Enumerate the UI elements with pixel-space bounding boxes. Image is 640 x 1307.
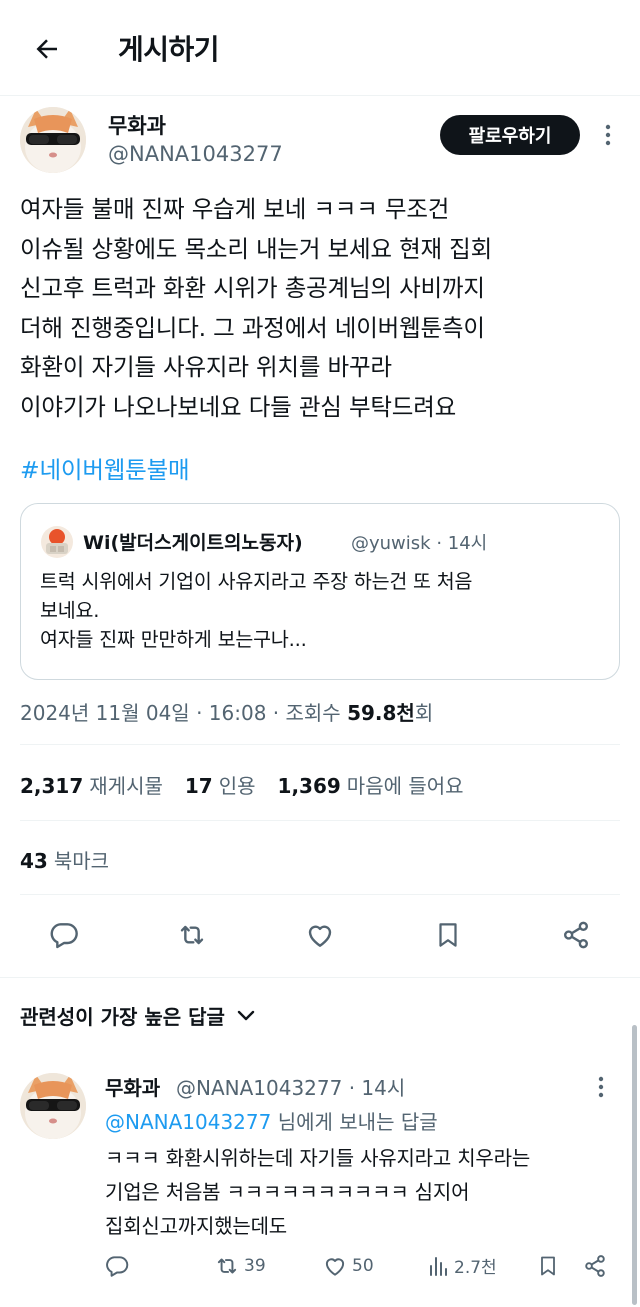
view-count[interactable]: 59.8천	[347, 701, 415, 725]
reply-bookmark-button[interactable]	[536, 1253, 560, 1279]
author-handle[interactable]: @NANA1043277	[108, 142, 283, 166]
heart-icon	[325, 1258, 345, 1276]
author-avatar[interactable]	[20, 107, 86, 173]
repost-icon	[217, 1258, 237, 1274]
cat-avatar-image	[20, 107, 86, 173]
quoted-post-card[interactable]: Wi(발더스게이트의노동자) @yuwisk · 14시 트럭 시위에서 기업이…	[20, 503, 620, 680]
arrow-left-icon	[36, 39, 57, 59]
follow-button[interactable]: 팔로우하기	[440, 115, 580, 155]
comment-icon	[106, 1256, 129, 1277]
more-vertical-icon	[598, 1076, 604, 1098]
reply-like-count: 50	[352, 1256, 374, 1276]
reply-author-avatar[interactable]	[20, 1073, 86, 1139]
reply-author-meta[interactable]: @NANA1043277 · 14시	[176, 1072, 405, 1101]
reply-views-button[interactable]: 2.7천	[428, 1253, 497, 1278]
reply-views-count: 2.7천	[454, 1258, 497, 1278]
reply-to-mention[interactable]: @NANA1043277	[105, 1110, 271, 1134]
reply-action-bar: 39 50 2.7천	[0, 1253, 640, 1283]
reply-like-button[interactable]: 50	[322, 1253, 374, 1279]
reply-more-button[interactable]	[598, 1076, 604, 1098]
engagement-stats: 2,317 재게시물 17 인용 1,369 마음에 들어요	[20, 770, 464, 799]
reply-repost-button[interactable]: 39	[214, 1253, 266, 1279]
quotes-label: 인용	[218, 774, 256, 798]
divider	[20, 894, 620, 895]
quoted-author-meta: @yuwisk · 14시	[351, 529, 487, 555]
likes-count: 1,369	[277, 774, 341, 798]
divider	[20, 820, 620, 821]
quoted-author-handle: @yuwisk	[351, 533, 431, 554]
likes-stat[interactable]: 1,369 마음에 들어요	[278, 770, 464, 799]
post-action-bar	[0, 917, 640, 957]
share-button[interactable]	[558, 917, 594, 953]
quoted-post-text: 트럭 시위에서 기업이 사유지라고 주장 하는건 또 처음 보네요. 여자들 진…	[40, 570, 473, 651]
scrollbar[interactable]	[632, 1025, 637, 1305]
reply-repost-count: 39	[244, 1256, 266, 1276]
reposts-count: 2,317	[20, 774, 84, 798]
quote-avatar-image	[41, 526, 73, 558]
quoted-post-time: · 14시	[436, 533, 488, 554]
comment-icon	[50, 923, 78, 949]
quoted-author-avatar	[41, 526, 73, 558]
share-icon	[585, 1255, 605, 1277]
bookmarks-label: 북마크	[53, 849, 110, 873]
bookmarks-count: 43	[20, 849, 48, 873]
cat-avatar-image	[20, 1073, 86, 1139]
post-text: 여자들 불매 진짜 우습게 보네 ㅋㅋㅋ 무조건 이슈될 상황에도 목소리 내는…	[20, 195, 493, 421]
bookmark-button[interactable]	[430, 917, 466, 953]
reply-sort-label: 관련성이 가장 높은 답글	[20, 1005, 225, 1029]
page-title: 게시하기	[118, 33, 220, 66]
reply-to-line: @NANA1043277 님에게 보내는 답글	[105, 1106, 438, 1135]
quoted-author-name: Wi(발더스게이트의노동자)	[83, 532, 303, 554]
quotes-count: 17	[184, 774, 213, 798]
repost-icon	[180, 925, 204, 945]
post-timestamp: 2024년 11월 04일 · 16:08 · 조회수 59.8천회	[20, 697, 433, 726]
view-suffix: 회	[414, 701, 434, 725]
reposts-stat[interactable]: 2,317 재게시물	[20, 770, 163, 799]
quotes-stat[interactable]: 17 인용	[185, 770, 256, 799]
reply-button[interactable]	[46, 917, 82, 953]
reply-share-button[interactable]	[582, 1253, 608, 1279]
top-bar: 게시하기	[0, 0, 640, 96]
repost-button[interactable]	[174, 917, 210, 953]
hashtag-link[interactable]: #네이버웹툰불매	[20, 451, 190, 485]
more-vertical-icon	[605, 124, 611, 146]
reply-text: ㅋㅋㅋ 화환시위하는데 자기들 사유지라고 치우라는 기업은 처음봄 ㅋㅋㅋㅋㅋ…	[105, 1146, 531, 1238]
more-options-button[interactable]	[596, 120, 620, 150]
back-button[interactable]	[28, 30, 66, 68]
chevron-down-icon	[237, 1010, 255, 1020]
reply-comment-button[interactable]	[104, 1253, 130, 1279]
bar-chart-icon	[430, 1256, 447, 1276]
divider	[20, 744, 620, 745]
post-date: 2024년 11월 04일 · 16:08 · 조회수	[20, 701, 348, 725]
like-button[interactable]	[302, 917, 338, 953]
share-icon	[564, 921, 588, 949]
bookmark-icon	[541, 1256, 555, 1276]
bookmarks-stat[interactable]: 43 북마크	[20, 845, 109, 874]
heart-icon	[308, 925, 332, 947]
author-name[interactable]: 무화과	[108, 110, 166, 140]
reply-to-suffix: 님에게 보내는 답글	[271, 1110, 438, 1134]
likes-label: 마음에 들어요	[346, 774, 464, 798]
reposts-label: 재게시물	[89, 774, 163, 798]
reply-author-name[interactable]: 무화과	[105, 1072, 160, 1101]
section-divider	[0, 977, 640, 978]
reply-sort-dropdown[interactable]: 관련성이 가장 높은 답글	[20, 1001, 255, 1030]
bookmark-icon	[439, 923, 457, 947]
